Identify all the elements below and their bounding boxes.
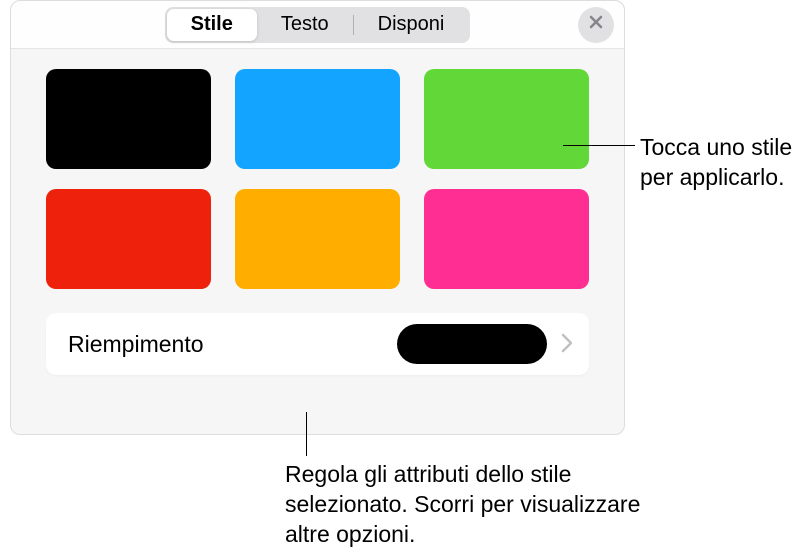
style-swatch-pink[interactable]	[424, 189, 589, 289]
format-panel: Stile Testo Disponi Riempimento	[10, 0, 625, 435]
panel-header: Stile Testo Disponi	[11, 1, 624, 49]
close-button[interactable]	[578, 7, 614, 43]
callout-line-top	[563, 145, 635, 146]
style-swatch-black[interactable]	[46, 69, 211, 169]
fill-current-color	[397, 324, 547, 364]
fill-label: Riempimento	[68, 331, 397, 358]
tab-style[interactable]: Stile	[167, 9, 257, 41]
segmented-control: Stile Testo Disponi	[165, 7, 471, 43]
close-icon	[588, 13, 604, 36]
tab-arrange[interactable]: Disponi	[354, 9, 469, 41]
callout-top: Tocca uno stile per applicarlo.	[640, 133, 800, 193]
style-swatch-orange[interactable]	[235, 189, 400, 289]
style-swatch-green[interactable]	[424, 69, 589, 169]
fill-row[interactable]: Riempimento	[46, 313, 589, 375]
tab-text[interactable]: Testo	[257, 9, 353, 41]
callout-line-bottom	[306, 412, 307, 456]
style-swatch-red[interactable]	[46, 189, 211, 289]
callout-bottom: Regola gli attributi dello stile selezio…	[285, 460, 645, 550]
chevron-right-icon	[561, 330, 573, 358]
style-swatch-blue[interactable]	[235, 69, 400, 169]
panel-content: Riempimento	[11, 49, 624, 395]
style-grid	[46, 69, 589, 289]
